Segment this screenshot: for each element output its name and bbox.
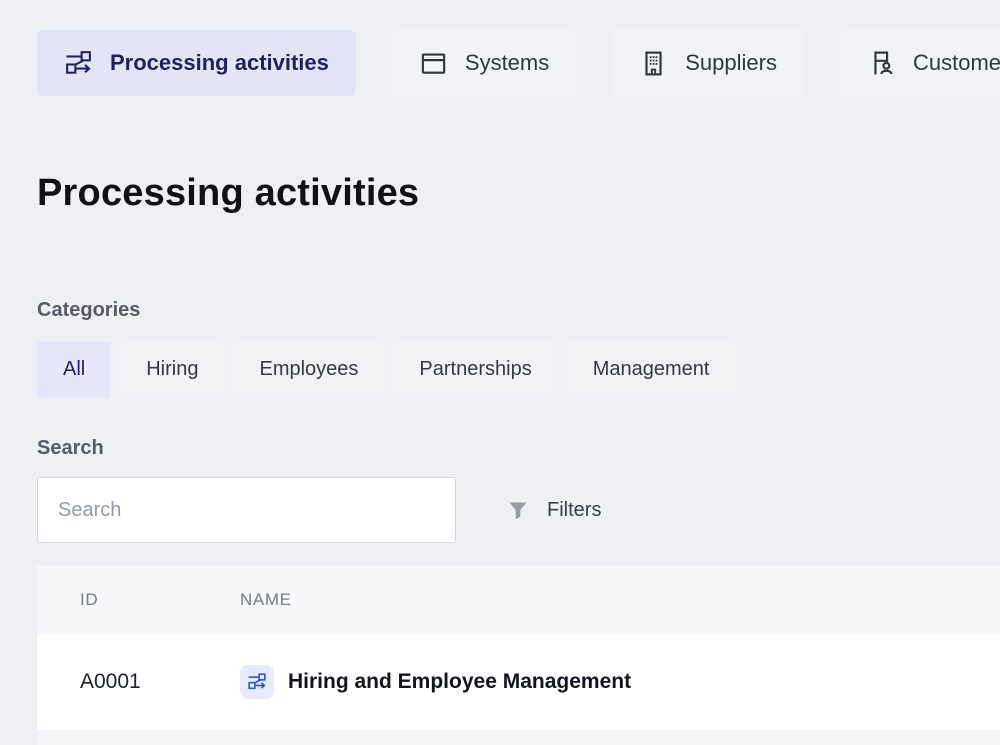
table-header-row: ID NAME [37,565,1000,634]
tab-label: Customers [913,50,1000,76]
customer-flag-icon [867,49,896,78]
tab-systems[interactable]: Systems [392,30,576,96]
entity-tabs: Processing activities Systems Supplie [37,30,1000,96]
filters-label: Filters [547,499,601,522]
processing-activities-table: ID NAME A0001 Hiring and Employee Manage… [37,565,1000,745]
row-name-cell: Hiring and Employee Management [240,665,1000,699]
tab-label: Suppliers [685,50,777,76]
tab-suppliers[interactable]: Suppliers [612,30,804,96]
search-label: Search [37,437,104,460]
processing-activities-page: { "tabs": [ { "label": "Processing activ… [0,0,1000,745]
table-footer-strip [37,730,1000,745]
category-chip-management[interactable]: Management [567,341,736,398]
row-id-cell: A0001 [37,670,240,694]
filter-funnel-icon [506,498,530,522]
column-header-id: ID [37,590,240,610]
building-icon [639,49,668,78]
category-chip-partnerships[interactable]: Partnerships [393,341,557,398]
tab-customers[interactable]: Customers [840,30,1000,96]
filters-button[interactable]: Filters [506,477,601,543]
category-chip-employees[interactable]: Employees [233,341,384,398]
search-input[interactable] [37,477,456,543]
category-filter-group: All Hiring Employees Partnerships Manage… [37,341,735,398]
page-title: Processing activities [37,172,419,215]
tab-label: Systems [465,50,549,76]
row-icon-tile [240,665,274,699]
category-chip-all[interactable]: All [37,341,111,398]
workflow-icon [247,672,267,692]
table-row[interactable]: A0001 Hiring and Employee Management [37,634,1000,730]
tab-processing-activities[interactable]: Processing activities [37,30,356,96]
workflow-icon [64,49,93,78]
column-header-name: NAME [240,590,1000,610]
category-chip-hiring[interactable]: Hiring [120,341,224,398]
row-name-label: Hiring and Employee Management [288,670,631,694]
window-icon [419,49,448,78]
tab-label: Processing activities [110,50,329,76]
categories-label: Categories [37,299,140,322]
